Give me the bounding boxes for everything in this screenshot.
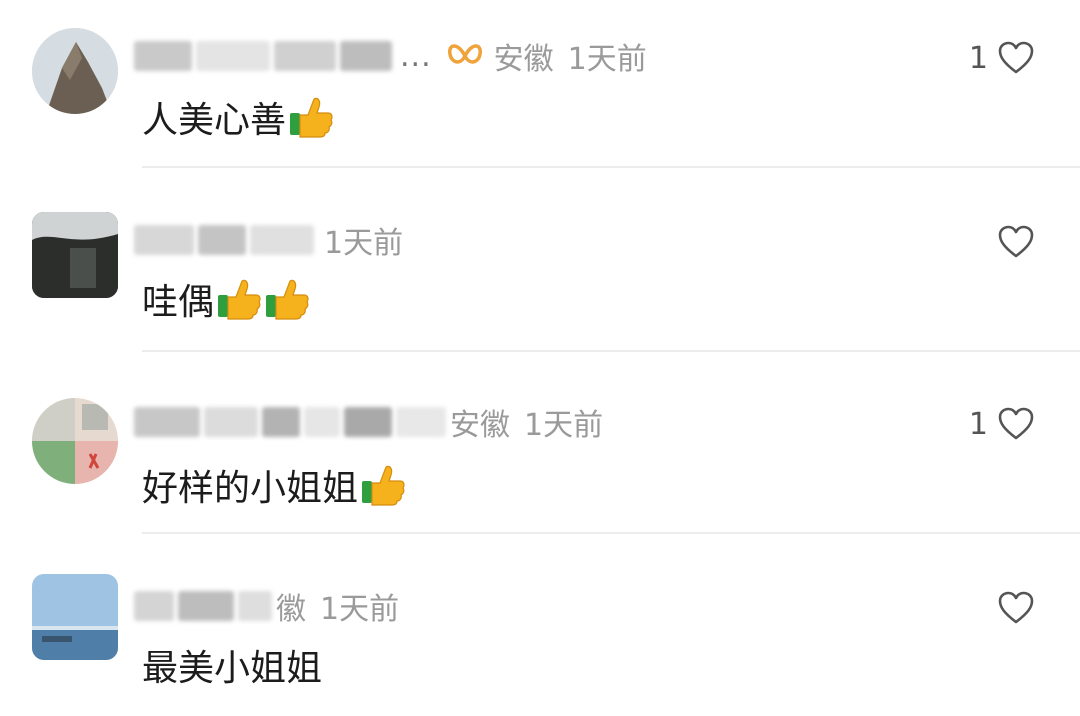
blurred-username[interactable] (204, 407, 258, 437)
comment-meta: 1天前 (134, 218, 403, 262)
username-ellipsis: ... (400, 38, 432, 74)
like-group[interactable] (988, 220, 1034, 264)
comment-text: 人美心善 (142, 100, 287, 141)
comment-item: 徽 1天前 最美小姐姐 (0, 536, 1080, 716)
blurred-username[interactable] (134, 41, 192, 71)
comment-meta: 徽 1天前 (134, 584, 399, 628)
comment-text-row[interactable]: 好样的小姐姐 (142, 460, 406, 510)
comment-divider (142, 350, 1080, 352)
blurred-username[interactable] (134, 407, 200, 437)
comment-text: 好样的小姐姐 (142, 468, 359, 509)
comment-text: 最美小姐姐 (142, 648, 323, 689)
thumbs-up-emoji (218, 279, 261, 320)
blurred-username[interactable] (178, 591, 234, 621)
like-group[interactable]: 1 (969, 402, 1034, 446)
avatar[interactable] (32, 212, 118, 298)
comment-text-row[interactable]: 人美心善 (142, 92, 334, 142)
blurred-username[interactable] (344, 407, 392, 437)
comment-divider (142, 166, 1080, 168)
comment-text-row[interactable]: 哇偶 (142, 274, 310, 324)
blurred-username[interactable] (262, 407, 300, 437)
comment-text-row[interactable]: 最美小姐姐 (142, 640, 322, 690)
blurred-username[interactable] (274, 41, 336, 71)
like-group[interactable] (988, 586, 1034, 630)
comment-meta: ... 安徽 1天前 (134, 34, 647, 78)
blurred-username[interactable] (238, 591, 272, 621)
blurred-username[interactable] (196, 41, 270, 71)
comment-divider (142, 532, 1080, 534)
blurred-username[interactable] (340, 41, 392, 71)
blurred-username[interactable] (396, 407, 446, 437)
heart-outline-icon[interactable] (998, 41, 1034, 75)
rock-photo-avatar (32, 28, 118, 114)
comment-location: 安徽 (493, 42, 554, 77)
blurred-username[interactable] (250, 225, 314, 255)
comment-time: 1天前 (324, 226, 404, 261)
thumbs-up-emoji (290, 97, 333, 138)
sea-photo-avatar (32, 574, 118, 660)
like-count: 1 (968, 40, 988, 76)
blurred-username[interactable] (304, 407, 340, 437)
comment-item: 1天前 哇偶 (0, 170, 1080, 354)
avatar[interactable] (32, 398, 118, 484)
blurred-username[interactable] (134, 591, 174, 621)
heart-outline-icon[interactable] (998, 225, 1034, 259)
comment-item: ... 安徽 1天前 人美心善 1 (0, 0, 1080, 170)
thumbs-up-emoji (266, 279, 309, 320)
like-count: 1 (968, 406, 988, 442)
comment-meta: 安徽 1天前 (134, 400, 603, 444)
person-photo-avatar (32, 398, 118, 484)
heart-outline-icon[interactable] (998, 591, 1034, 625)
blurred-username[interactable] (198, 225, 246, 255)
dark-landscape-avatar (32, 212, 118, 298)
orange-butterfly-badge-icon (447, 44, 482, 64)
comment-time: 1天前 (524, 408, 604, 443)
comment-time: 1天前 (320, 592, 400, 627)
comment-time: 1天前 (567, 42, 647, 77)
comment-location: 徽 (276, 592, 306, 627)
comment-text: 哇偶 (142, 282, 215, 323)
heart-outline-icon[interactable] (998, 407, 1034, 441)
like-group[interactable]: 1 (969, 36, 1034, 80)
avatar[interactable] (32, 28, 118, 114)
thumbs-up-emoji (362, 465, 405, 506)
blurred-username[interactable] (134, 225, 194, 255)
avatar[interactable] (32, 574, 118, 660)
comment-item: 安徽 1天前 好样的小姐姐 1 (0, 354, 1080, 536)
comment-location: 安徽 (450, 408, 510, 443)
